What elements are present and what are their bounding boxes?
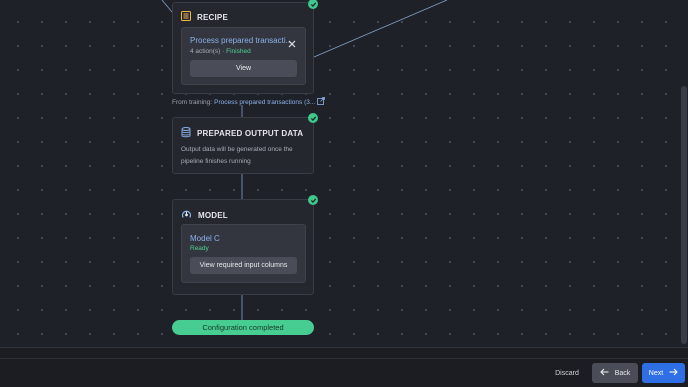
- back-button[interactable]: Back: [592, 363, 638, 383]
- view-input-columns-button[interactable]: View required input columns: [190, 257, 297, 274]
- recipe-title: RECIPE: [197, 12, 228, 22]
- footer-bar: [0, 347, 688, 387]
- recipe-link[interactable]: Process prepared transacti...: [190, 36, 292, 45]
- check-icon: [308, 195, 318, 205]
- close-icon[interactable]: [287, 36, 297, 48]
- list-icon: [181, 11, 191, 23]
- from-training-label: From training:: [172, 98, 213, 106]
- configuration-status-badge: Configuration completed: [172, 320, 314, 335]
- recipe-view-button[interactable]: View: [190, 60, 297, 77]
- recipe-status-line: 4 action(s) · Finished: [190, 48, 251, 55]
- next-button[interactable]: Next: [642, 363, 685, 383]
- footer-divider: [0, 358, 688, 359]
- scrollbar[interactable]: [680, 0, 688, 347]
- from-training: From training: Process prepared transact…: [172, 97, 326, 107]
- check-icon: [308, 113, 318, 123]
- model-title: MODEL: [198, 211, 228, 220]
- back-label: Back: [614, 369, 631, 377]
- database-icon: [181, 127, 191, 140]
- model-icon: [181, 209, 192, 222]
- recipe-card: Process prepared transacti... 4 action(s…: [181, 27, 306, 85]
- output-data-node[interactable]: PREPARED OUTPUT DATA Output data will be…: [172, 113, 318, 174]
- model-link[interactable]: Model C: [190, 234, 220, 243]
- model-node[interactable]: MODEL Model C Ready View required input …: [172, 195, 318, 295]
- arrow-right-icon: [669, 368, 678, 378]
- recipe-actions-count: 4 action(s) ·: [190, 48, 227, 55]
- pipeline-canvas[interactable]: RECIPE Process prepared transacti... 4 a…: [0, 0, 688, 347]
- scrollbar-thumb[interactable]: [681, 86, 687, 344]
- model-status: Ready: [190, 245, 209, 252]
- next-label: Next: [648, 369, 664, 377]
- from-training-link[interactable]: Process prepared transactions (3...: [214, 99, 315, 106]
- model-card: Model C Ready View required input column…: [181, 224, 306, 283]
- arrow-left-icon: [599, 368, 609, 378]
- discard-button[interactable]: Discard: [550, 366, 584, 380]
- output-data-description: Output data will be generated once the p…: [181, 146, 293, 165]
- connector-lines: [161, 0, 448, 320]
- external-link-icon[interactable]: [317, 97, 326, 107]
- recipe-node[interactable]: RECIPE Process prepared transacti... 4 a…: [172, 0, 318, 94]
- recipe-status: Finished: [226, 48, 251, 55]
- output-data-title: PREPARED OUTPUT DATA: [197, 129, 304, 138]
